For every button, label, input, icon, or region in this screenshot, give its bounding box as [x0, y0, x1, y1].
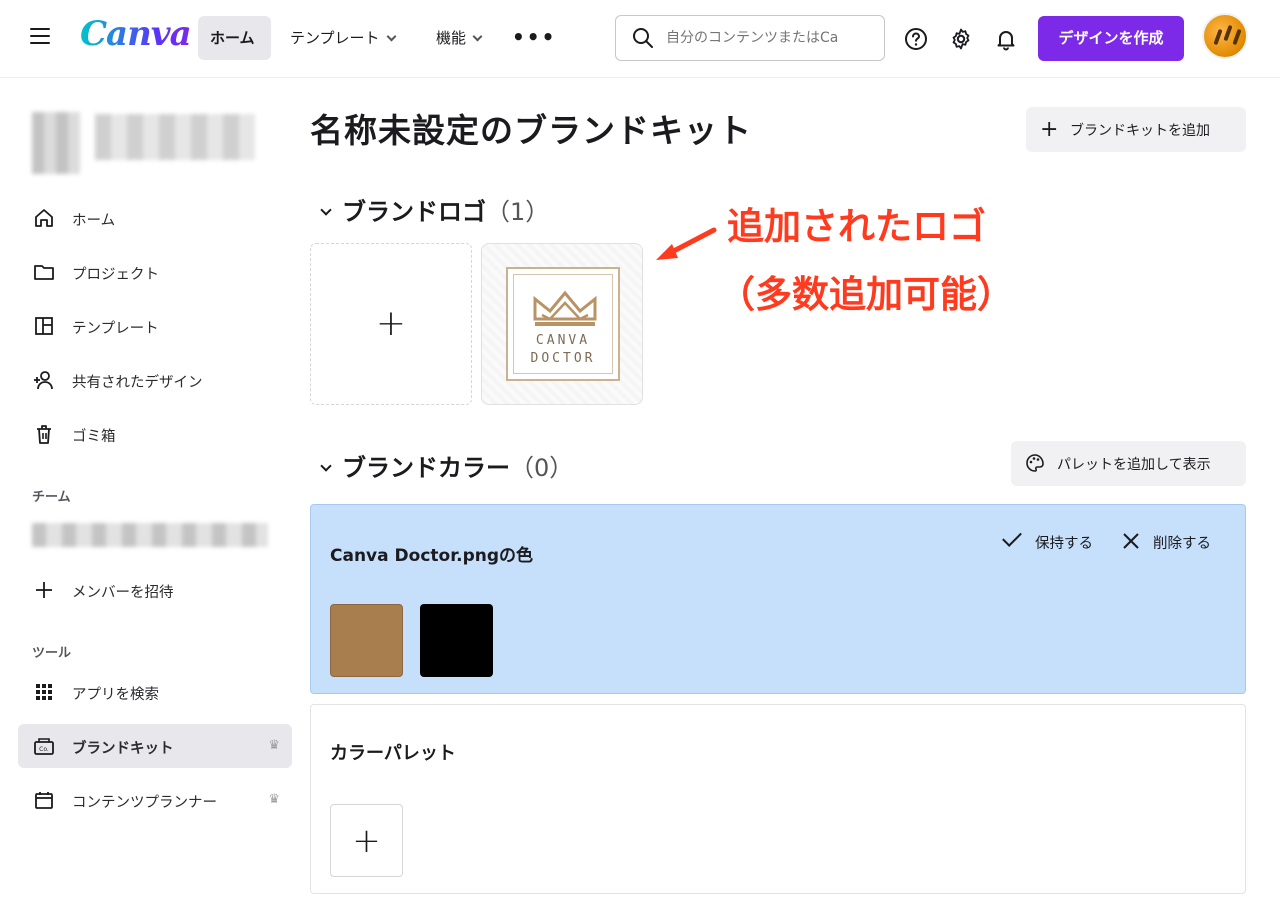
nav-features[interactable]: 機能: [424, 16, 493, 60]
menu-icon[interactable]: [30, 28, 50, 48]
color-swatch-brown[interactable]: [330, 604, 403, 677]
invite-label: メンバーを招待: [72, 585, 174, 601]
help-icon[interactable]: [904, 27, 928, 51]
brand-logo-count: （1）: [486, 198, 550, 226]
team-name-blurred: [32, 523, 268, 547]
canva-logo[interactable]: Canva: [80, 14, 192, 54]
crown-logo-icon: [533, 290, 597, 326]
add-brand-kit-button[interactable]: + ブランドキットを追加: [1026, 107, 1246, 152]
logo-text-canva: CANVA: [535, 333, 591, 348]
sidebar-item-label: ホーム: [72, 213, 116, 229]
nav-features-label: 機能: [436, 29, 467, 47]
sidebar-item-label: アプリを検索: [72, 687, 159, 703]
keep-label: 保持する: [1035, 535, 1093, 552]
sidebar-item-label: コンテンツプランナー: [72, 795, 217, 811]
sidebar-item-label: テンプレート: [72, 321, 159, 337]
annotation-text-added-logo: 追加されたロゴ: [727, 205, 986, 248]
apps-grid-icon: [36, 684, 52, 700]
home-icon: [35, 209, 53, 227]
check-icon: [1002, 527, 1022, 547]
chevron-down-icon: [472, 31, 483, 42]
add-brand-kit-label: ブランドキットを追加: [1070, 122, 1210, 139]
brand-logo-tile[interactable]: CANVA DOCTOR: [481, 243, 643, 405]
brand-logo-section-header[interactable]: ブランドロゴ（1）: [318, 192, 549, 227]
settings-gear-icon[interactable]: [949, 27, 973, 51]
top-bar: Canva ホーム テンプレート 機能 ••• デザインを作成: [0, 0, 1280, 78]
annotation-text-multiple: （多数追加可能）: [718, 273, 1014, 316]
create-design-button[interactable]: デザインを作成: [1038, 16, 1184, 61]
chevron-down-icon: [320, 204, 332, 216]
chevron-down-icon: [386, 31, 397, 42]
chevron-down-icon: [320, 460, 332, 472]
palette-icon: [1026, 454, 1044, 472]
brand-kit-icon: Co.: [34, 738, 54, 755]
add-logo-button[interactable]: +: [310, 243, 472, 405]
sidebar-item-label: プロジェクト: [72, 267, 159, 283]
delete-label: 削除する: [1153, 535, 1211, 552]
brand-logo-title: ブランドロゴ: [342, 198, 486, 226]
team-section-label: チーム: [32, 490, 71, 505]
sidebar-item-content-planner[interactable]: コンテンツプランナー ♛: [18, 778, 292, 822]
sidebar-item-label: 共有されたデザイン: [72, 375, 203, 391]
delete-colors-button[interactable]: 削除する: [1119, 529, 1211, 555]
nav-templates[interactable]: テンプレート: [278, 16, 407, 60]
search-input[interactable]: [666, 26, 876, 50]
close-icon: [1123, 533, 1139, 549]
tools-section-label: ツール: [32, 646, 72, 661]
brand-color-title: ブランドカラー: [342, 454, 510, 482]
color-palette-card: カラーパレット +: [310, 704, 1246, 894]
color-palette-title: カラーパレット: [330, 743, 456, 764]
account-name-blurred: [95, 114, 255, 160]
invite-members-button[interactable]: メンバーを招待: [18, 568, 292, 612]
suggested-colors-card: Canva Doctor.pngの色 保持する 削除する: [310, 504, 1246, 694]
more-options-icon[interactable]: •••: [512, 27, 556, 47]
plus-icon: +: [1040, 117, 1059, 142]
plus-icon: [36, 582, 52, 598]
keep-colors-button[interactable]: 保持する: [1001, 527, 1093, 555]
nav-home[interactable]: ホーム: [198, 16, 271, 60]
sidebar-item-templates[interactable]: テンプレート: [18, 304, 292, 348]
sidebar-item-brand-kit[interactable]: Co. ブランドキット ♛: [18, 724, 292, 768]
user-avatar[interactable]: [1202, 13, 1248, 59]
svg-text:Co.: Co.: [39, 746, 49, 753]
nav-templates-label: テンプレート: [290, 29, 380, 47]
notification-bell-icon[interactable]: [994, 27, 1018, 51]
canva-doctor-logo: CANVA DOCTOR: [506, 267, 620, 381]
template-icon: [35, 317, 53, 335]
sidebar-item-apps[interactable]: アプリを検索: [18, 670, 292, 714]
shared-users-icon: [34, 371, 53, 390]
brand-color-count: （0）: [510, 454, 574, 482]
search-box[interactable]: [615, 15, 885, 61]
color-swatch-black[interactable]: [420, 604, 493, 677]
sidebar-item-projects[interactable]: プロジェクト: [18, 250, 292, 294]
premium-crown-icon: ♛: [268, 738, 280, 753]
add-palette-button[interactable]: パレットを追加して表示: [1011, 441, 1246, 486]
folder-icon: [34, 265, 54, 280]
annotation-arrow-icon: [656, 227, 717, 260]
search-icon: [633, 28, 653, 48]
sidebar-item-shared[interactable]: 共有されたデザイン: [18, 358, 292, 402]
add-color-button[interactable]: +: [330, 804, 403, 877]
suggested-colors-title: Canva Doctor.pngの色: [330, 546, 534, 566]
sidebar-item-trash[interactable]: ゴミ箱: [18, 412, 292, 456]
page-title: 名称未設定のブランドキット: [310, 111, 752, 150]
sidebar-item-label: ゴミ箱: [72, 429, 116, 445]
team-avatar-blurred: [32, 112, 80, 174]
trash-icon: [37, 425, 51, 444]
calendar-icon: [35, 792, 53, 809]
sidebar-item-label: ブランドキット: [72, 741, 174, 757]
logo-text-doctor: DOCTOR: [530, 351, 596, 366]
brand-color-section-header[interactable]: ブランドカラー（0）: [318, 448, 573, 483]
add-palette-label: パレットを追加して表示: [1057, 456, 1211, 473]
premium-crown-icon: ♛: [268, 792, 280, 807]
sidebar-item-home[interactable]: ホーム: [18, 196, 292, 240]
